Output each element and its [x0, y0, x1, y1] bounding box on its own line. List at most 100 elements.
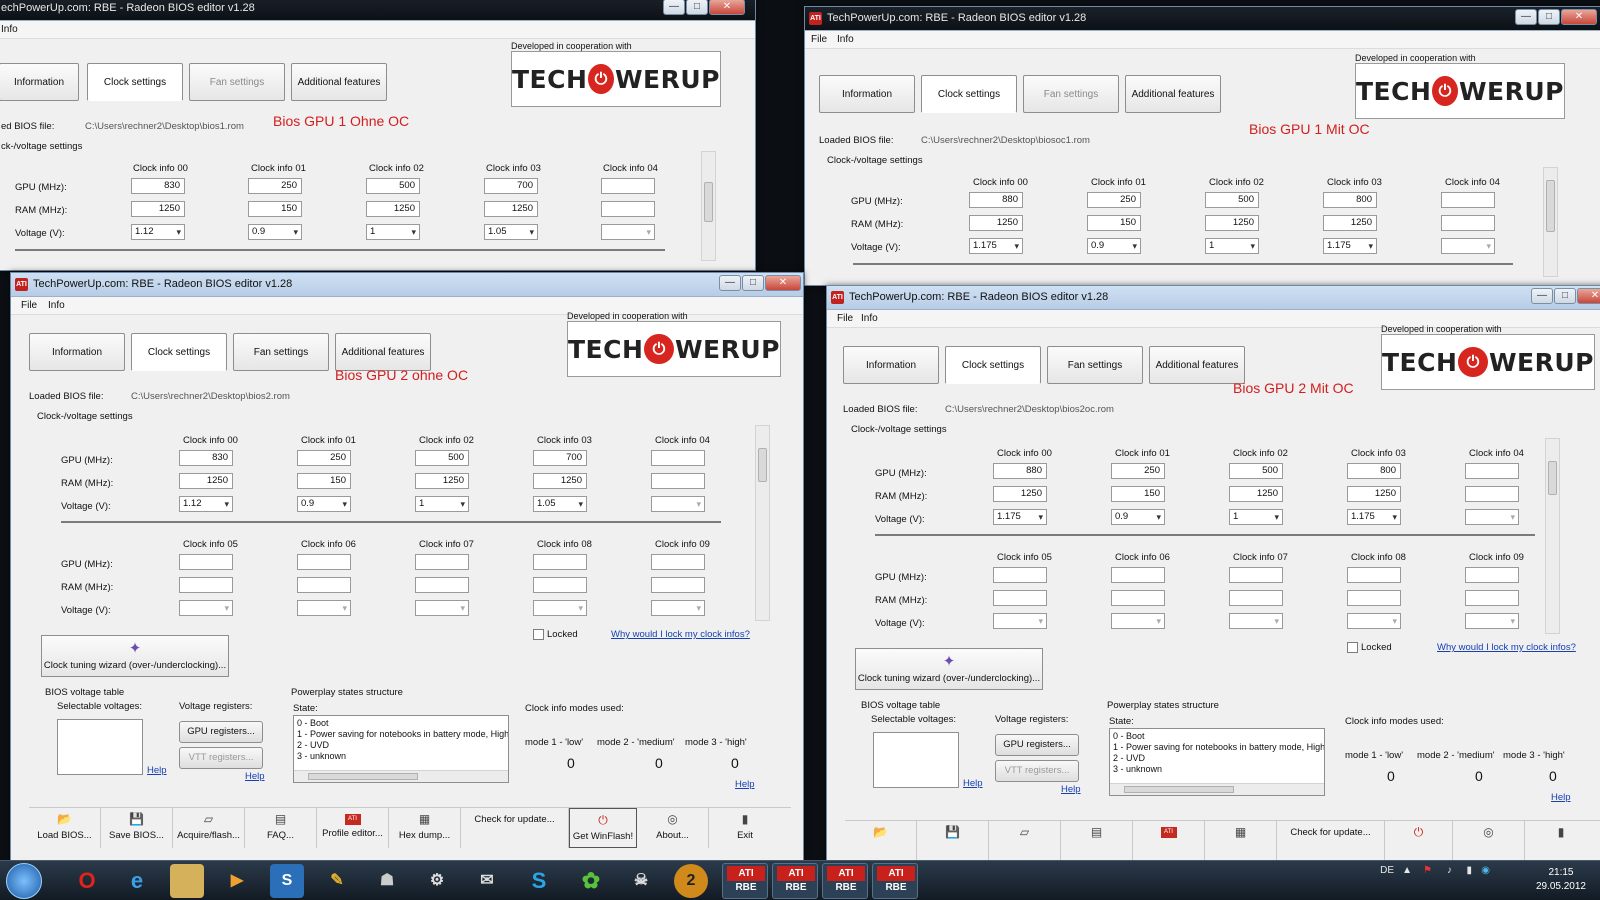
gpu-clock-input[interactable]: 250	[1087, 192, 1141, 208]
selectable-voltages-list[interactable]	[57, 719, 143, 775]
ram-clock-input[interactable]	[1465, 590, 1519, 606]
ram-clock-input[interactable]: 150	[1111, 486, 1165, 502]
tab-information[interactable]: Information	[819, 75, 915, 113]
acquire-flash-button[interactable]: ▱	[989, 821, 1061, 861]
rbe-window-gpu2[interactable]: ATI TechPowerUp.com: RBE - Radeon BIOS e…	[10, 272, 804, 872]
help-link[interactable]: Help	[245, 771, 265, 782]
voltage-select[interactable]	[601, 224, 655, 240]
voltage-select[interactable]: 1.175	[969, 238, 1023, 254]
gpu-clock-input[interactable]: 500	[366, 178, 420, 194]
gpu-clock-input[interactable]	[651, 554, 705, 570]
ram-clock-input[interactable]: 150	[297, 473, 351, 489]
acquire-flash-button[interactable]: ▱ Acquire/flash...	[173, 808, 245, 848]
gpu-clock-input[interactable]: 500	[415, 450, 469, 466]
gpu-clock-input[interactable]: 800	[1323, 192, 1377, 208]
help-link[interactable]: Help	[1551, 792, 1571, 803]
skype-icon[interactable]: S	[522, 864, 556, 898]
ram-clock-input[interactable]: 1250	[1205, 215, 1259, 231]
voltage-select[interactable]: 1.12	[179, 496, 233, 512]
title-bar[interactable]: echPowerUp.com: RBE - Radeon BIOS editor…	[0, 0, 755, 21]
ram-clock-input[interactable]: 1250	[993, 486, 1047, 502]
title-bar[interactable]: ATI TechPowerUp.com: RBE - Radeon BIOS e…	[827, 286, 1600, 310]
ram-clock-input[interactable]: 150	[248, 201, 302, 217]
icq-icon[interactable]: ✿	[574, 864, 608, 898]
media-player-icon[interactable]: ▶	[220, 864, 254, 898]
gpu-clock-input[interactable]: 880	[993, 463, 1047, 479]
check-update-button[interactable]: Check for update...	[1277, 821, 1385, 861]
ram-clock-input[interactable]: 1250	[969, 215, 1023, 231]
exit-button[interactable]: ▮ Exit	[709, 808, 781, 848]
menu-info[interactable]: Info	[1, 24, 18, 35]
opera-icon[interactable]: O	[70, 864, 104, 898]
list-item[interactable]: 2 - UVD	[1113, 753, 1321, 764]
faq-button[interactable]: ▤ FAQ...	[245, 808, 317, 848]
vtt-registers-button[interactable]: VTT registers...	[995, 760, 1079, 782]
ram-clock-input[interactable]	[993, 590, 1047, 606]
voltage-select[interactable]: 0.9	[1111, 509, 1165, 525]
minimize-button[interactable]: —	[1531, 288, 1553, 304]
maximize-button[interactable]: □	[742, 275, 764, 291]
list-item[interactable]: 3 - unknown	[297, 751, 505, 762]
app-s-icon[interactable]: S	[270, 864, 304, 898]
gpu-clock-input[interactable]: 880	[969, 192, 1023, 208]
close-button[interactable]: ✕	[709, 0, 745, 15]
ram-clock-input[interactable]	[297, 577, 351, 593]
gpu-clock-input[interactable]	[1229, 567, 1283, 583]
about-button[interactable]: ◎ About...	[637, 808, 709, 848]
hex-dump-button[interactable]: ▦ Hex dump...	[389, 808, 461, 848]
ram-clock-input[interactable]	[1347, 590, 1401, 606]
tab-fan-settings[interactable]: Fan settings	[1023, 75, 1119, 113]
voltage-select[interactable]: 0.9	[1087, 238, 1141, 254]
ram-clock-input[interactable]: 1250	[533, 473, 587, 489]
gpu-clock-input[interactable]: 700	[484, 178, 538, 194]
ram-clock-input[interactable]	[601, 201, 655, 217]
gpu-clock-input[interactable]	[179, 554, 233, 570]
minimize-button[interactable]: —	[1515, 9, 1537, 25]
taskbar-rbe-2[interactable]: ATI RBE	[772, 863, 818, 899]
voltage-select[interactable]	[1229, 613, 1283, 629]
list-item[interactable]: 1 - Power saving for notebooks in batter…	[1113, 742, 1324, 753]
game-icon[interactable]: ☗	[370, 864, 404, 898]
tab-fan-settings[interactable]: Fan settings	[1047, 346, 1143, 384]
tab-additional-features[interactable]: Additional features	[1125, 75, 1221, 113]
locked-checkbox[interactable]	[1347, 642, 1358, 653]
vtt-registers-button[interactable]: VTT registers...	[179, 747, 263, 769]
load-bios-button[interactable]: 📂	[845, 821, 917, 861]
tools-icon[interactable]: ✎	[320, 864, 354, 898]
vertical-scrollbar[interactable]	[1543, 167, 1558, 277]
voltage-select[interactable]: 1.05	[533, 496, 587, 512]
tab-additional-features[interactable]: Additional features	[1149, 346, 1245, 384]
gpu-clock-input[interactable]: 500	[1229, 463, 1283, 479]
ram-clock-input[interactable]	[651, 577, 705, 593]
voltage-select[interactable]: 1	[1205, 238, 1259, 254]
gpu-clock-input[interactable]	[1111, 567, 1165, 583]
voltage-select[interactable]: 0.9	[248, 224, 302, 240]
gpu-clock-input[interactable]	[1465, 463, 1519, 479]
ram-clock-input[interactable]	[651, 473, 705, 489]
gpu-clock-input[interactable]: 830	[131, 178, 185, 194]
menu-file[interactable]: File	[837, 313, 853, 324]
maximize-button[interactable]: □	[686, 0, 708, 15]
rbe-window-gpu1[interactable]: echPowerUp.com: RBE - Radeon BIOS editor…	[0, 0, 756, 271]
network-icon[interactable]: ▮	[1466, 865, 1472, 876]
gpu-clock-input[interactable]: 700	[533, 450, 587, 466]
horizontal-scrollbar[interactable]	[294, 770, 508, 782]
ram-clock-input[interactable]	[1111, 590, 1165, 606]
hex-dump-button[interactable]: ▦	[1205, 821, 1277, 861]
ram-clock-input[interactable]: 150	[1087, 215, 1141, 231]
taskbar-rbe-1[interactable]: ATI RBE	[722, 863, 768, 899]
menu-info[interactable]: Info	[48, 300, 65, 311]
gpu-clock-input[interactable]	[1441, 192, 1495, 208]
locked-checkbox[interactable]	[533, 629, 544, 640]
vertical-scrollbar[interactable]	[701, 151, 716, 261]
close-button[interactable]: ✕	[1561, 9, 1597, 25]
minimize-button[interactable]: —	[663, 0, 685, 15]
clock-tuning-wizard-button[interactable]: ✦ Clock tuning wizard (over-/underclocki…	[41, 635, 229, 677]
powerplay-state-list[interactable]: 0 - Boot 1 - Power saving for notebooks …	[293, 715, 509, 783]
tab-information[interactable]: Information	[0, 63, 79, 101]
title-bar[interactable]: ATI TechPowerUp.com: RBE - Radeon BIOS e…	[11, 273, 803, 297]
voltage-select[interactable]: 1.175	[993, 509, 1047, 525]
voltage-select[interactable]	[533, 600, 587, 616]
flag-icon[interactable]: ⚑	[1423, 865, 1432, 876]
voltage-select[interactable]: 1.05	[484, 224, 538, 240]
